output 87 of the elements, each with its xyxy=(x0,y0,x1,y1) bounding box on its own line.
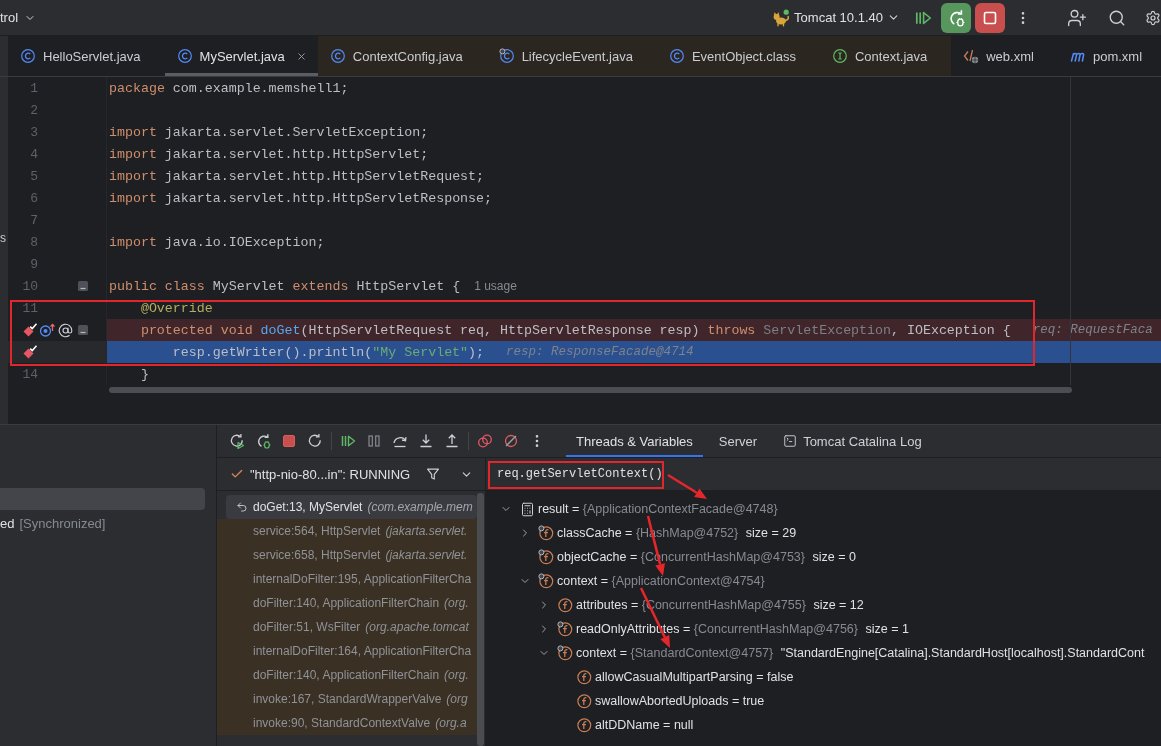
line-number: 2 xyxy=(30,102,38,118)
code-line: protected void doGet(HttpServletRequest req, HttpServletResponse resp) throws ServletException, IOException { xyxy=(140,322,1011,338)
at-sign-icon[interactable] xyxy=(57,322,73,338)
file-tab[interactable]: pom.xml xyxy=(1057,36,1161,76)
stack-frame[interactable]: service:564, HttpServlet (jakarta.servlet. xyxy=(217,519,477,543)
filter-icon[interactable] xyxy=(426,467,440,481)
bug-refresh-icon xyxy=(947,8,965,27)
calculator-icon xyxy=(519,501,535,517)
stack-frame[interactable]: doFilter:140, ApplicationFilterChain (org. xyxy=(217,663,477,687)
variable-entry[interactable]: allowCasualMultipartParsing = false xyxy=(595,670,794,684)
rerun-icon[interactable] xyxy=(229,433,245,449)
terminal-icon xyxy=(783,434,798,448)
file-tab[interactable]: LifecycleEvent.java xyxy=(486,36,657,76)
cat-icon xyxy=(772,8,791,27)
file-tab[interactable]: HelloServlet.java xyxy=(8,36,165,76)
file-tab[interactable]: EventObject.class xyxy=(656,36,820,76)
variable-entry[interactable]: context = {StandardContext@4757} "StandardEngine[Catalina].StandardHost[localhost].StandardCont xyxy=(576,646,1145,660)
step-out-icon[interactable] xyxy=(444,433,460,449)
breakpoints-icon[interactable] xyxy=(477,433,493,449)
stack-frame[interactable]: invoke:90, StandardContextValve (org.a xyxy=(217,711,477,735)
thread-name[interactable]: "http-nio-80...in": RUNNING xyxy=(250,466,420,482)
panel-tab[interactable]: Threads & Variables xyxy=(566,425,703,457)
breakpoint-icon[interactable] xyxy=(22,322,38,338)
line-number: 9 xyxy=(30,256,38,272)
code-line: resp.getWriter().println("My Servlet"); xyxy=(172,344,485,360)
settings-icon[interactable] xyxy=(1145,9,1161,26)
stop-button[interactable] xyxy=(975,2,1005,33)
breakpoint-icon[interactable] xyxy=(22,344,38,360)
inline-value-hint: req: RequestFaca xyxy=(1032,323,1153,337)
stack-frame[interactable]: doGet:13, MyServlet (com.example.mem xyxy=(226,495,477,519)
stack-frame[interactable]: service:658, HttpServlet (jakarta.servlet. xyxy=(217,543,477,567)
line-number: 5 xyxy=(30,168,38,184)
code-line: } xyxy=(140,366,149,382)
code-line: import jakarta.servlet.ServletException; xyxy=(109,124,429,140)
close-icon[interactable] xyxy=(295,50,307,62)
refresh-icon[interactable] xyxy=(307,433,323,449)
variable-entry[interactable]: swallowAbortedUploads = true xyxy=(595,694,765,708)
variable-entry[interactable]: result = {ApplicationContextFacade@4748} xyxy=(538,502,778,516)
file-tab[interactable]: ContextConfig.java xyxy=(317,36,487,76)
line-number: 10 xyxy=(22,278,38,294)
line-number: 4 xyxy=(30,146,38,162)
line-number: 11 xyxy=(22,300,38,316)
pause-icon[interactable] xyxy=(366,433,382,449)
step-into-icon[interactable] xyxy=(418,433,434,449)
line-number: 3 xyxy=(30,124,38,140)
stack-frame[interactable]: invoke:167, StandardWrapperValve (org xyxy=(217,687,477,711)
stack-frame[interactable]: doFilter:140, ApplicationFilterChain (org. xyxy=(217,591,477,615)
list-item[interactable]: ed [Synchronized] xyxy=(0,512,205,534)
resume-icon[interactable] xyxy=(340,433,356,449)
code-line: public class MyServlet extends HttpServlet { xyxy=(109,278,461,294)
return-arrow-icon xyxy=(236,501,248,513)
file-tab[interactable]: Context.java xyxy=(819,36,952,76)
search-icon[interactable] xyxy=(1108,8,1126,27)
file-tab[interactable]: web.xml xyxy=(951,36,1058,76)
fold-marker-icon[interactable] xyxy=(77,280,89,292)
line-number: 8 xyxy=(30,234,38,250)
check-icon xyxy=(230,467,244,481)
rerun-debug-icon[interactable] xyxy=(255,433,271,449)
side-panel-text: s xyxy=(0,231,7,245)
inline-value-hint: resp: ResponseFacade@4714 xyxy=(506,345,694,359)
variable-entry[interactable]: context = {ApplicationContext@4754} xyxy=(557,574,765,588)
usage-hint[interactable]: 1 usage xyxy=(474,279,517,293)
line-number: 1 xyxy=(30,80,38,96)
code-line: import jakarta.servlet.http.HttpServletRequest; xyxy=(109,168,485,184)
line-number: 6 xyxy=(30,190,38,206)
project-widget[interactable]: trol xyxy=(0,10,37,25)
panel-tab[interactable]: Tomcat Catalina Log xyxy=(773,425,932,457)
panel-tab[interactable]: Server xyxy=(708,425,768,457)
run-configuration[interactable]: Tomcat 10.1.40 xyxy=(772,8,900,27)
code-line: import jakarta.servlet.http.HttpServlet; xyxy=(109,146,429,162)
code-line: package com.example.memshell1; xyxy=(109,80,349,96)
expression-field[interactable]: req.getServletContext() xyxy=(486,458,1161,491)
stack-frame[interactable]: doFilter:51, WsFilter (org.apache.tomcat xyxy=(217,615,477,639)
line-number: 14 xyxy=(22,366,38,382)
variable-entry[interactable]: altDDName = null xyxy=(595,718,694,732)
add-user-icon[interactable] xyxy=(1067,7,1087,28)
fold-marker-icon[interactable] xyxy=(77,324,89,336)
file-tab[interactable]: MyServlet.java xyxy=(164,36,318,76)
code-line: import jakarta.servlet.http.HttpServletResponse; xyxy=(109,190,493,206)
stack-frame[interactable]: internalDoFilter:195, ApplicationFilterCha xyxy=(217,567,477,591)
stop-icon[interactable] xyxy=(281,433,297,449)
stack-frame[interactable]: internalDoFilter:164, ApplicationFilterCha xyxy=(217,639,477,663)
code-line: import java.io.IOException; xyxy=(109,234,325,250)
mute-breakpoints-icon[interactable] xyxy=(503,433,519,449)
rerun-debug-button[interactable] xyxy=(941,2,971,33)
code-line: @Override xyxy=(140,300,213,316)
line-number: 7 xyxy=(30,212,38,228)
